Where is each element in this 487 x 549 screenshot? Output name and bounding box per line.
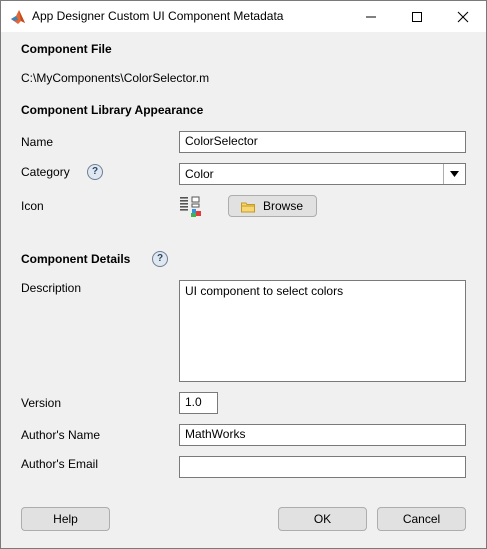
component-file-heading: Component File: [21, 42, 112, 56]
library-appearance-heading: Component Library Appearance: [21, 103, 204, 117]
version-field[interactable]: 1.0: [179, 392, 218, 414]
ok-button[interactable]: OK: [278, 507, 367, 531]
author-email-label: Author's Email: [21, 457, 98, 471]
details-help-icon[interactable]: ?: [152, 251, 168, 267]
chevron-down-icon: [450, 171, 459, 177]
browse-button[interactable]: Browse: [228, 195, 317, 217]
name-field[interactable]: ColorSelector: [179, 131, 466, 153]
component-details-heading: Component Details: [21, 252, 131, 266]
description-label: Description: [21, 281, 82, 295]
help-button[interactable]: Help: [21, 507, 110, 531]
category-selected-value: Color: [185, 167, 214, 181]
minimize-button[interactable]: [348, 1, 394, 32]
component-icon-preview: [180, 196, 201, 217]
icon-label: Icon: [21, 199, 44, 213]
dialog-window: App Designer Custom UI Component Metadat…: [0, 0, 487, 549]
author-email-field[interactable]: [179, 456, 466, 478]
cancel-button[interactable]: Cancel: [377, 507, 466, 531]
close-icon: [457, 11, 469, 23]
author-name-field[interactable]: MathWorks: [179, 424, 466, 446]
maximize-icon: [412, 12, 422, 22]
category-help-icon[interactable]: ?: [87, 164, 103, 180]
name-label: Name: [21, 135, 54, 149]
dropdown-arrow[interactable]: [443, 164, 465, 184]
browse-label: Browse: [263, 199, 304, 213]
folder-icon: [241, 202, 255, 213]
window-title: App Designer Custom UI Component Metadat…: [32, 9, 284, 23]
close-button[interactable]: [440, 1, 486, 32]
component-file-path: C:\MyComponents\ColorSelector.m: [21, 71, 210, 85]
description-textarea[interactable]: UI component to select colors: [179, 280, 466, 382]
minimize-icon: [366, 16, 376, 18]
category-dropdown[interactable]: Color: [179, 163, 466, 185]
title-bar: App Designer Custom UI Component Metadat…: [1, 1, 486, 32]
version-label: Version: [21, 396, 62, 410]
author-name-label: Author's Name: [21, 428, 100, 442]
maximize-button[interactable]: [394, 1, 440, 32]
matlab-logo-icon: [11, 10, 25, 24]
category-label: Category: [21, 165, 70, 179]
